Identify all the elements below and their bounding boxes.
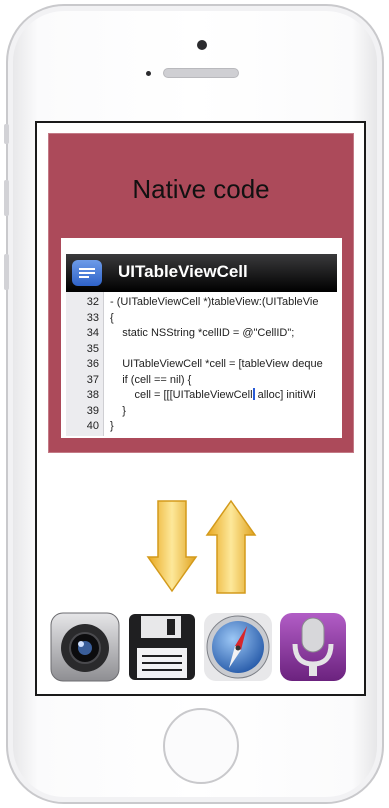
proximity-sensor bbox=[146, 71, 151, 76]
code-line: static NSString *cellID = @"CellID"; bbox=[110, 326, 294, 340]
front-camera bbox=[197, 40, 207, 50]
line-number: 32 bbox=[86, 296, 99, 308]
code-header-title: UITableViewCell bbox=[118, 262, 248, 281]
document-list-icon bbox=[72, 260, 102, 286]
code-text: cell = [[[UITableViewCell bbox=[110, 389, 253, 401]
volume-up-button bbox=[4, 180, 9, 216]
native-code-title: Native code bbox=[132, 174, 270, 204]
code-text: UITableViewCell *cell = [tableView deque bbox=[110, 358, 323, 370]
voice-memo-microphone-app-icon[interactable] bbox=[279, 612, 349, 682]
line-number: 33 bbox=[86, 311, 99, 324]
code-line: } bbox=[110, 419, 114, 433]
earpiece-speaker bbox=[163, 68, 239, 78]
code-text: } bbox=[110, 404, 126, 417]
line-number: 35 bbox=[86, 342, 99, 355]
mute-switch bbox=[4, 124, 9, 144]
code-line: { bbox=[110, 311, 114, 325]
code-text: } bbox=[110, 420, 114, 432]
code-line: } bbox=[110, 404, 126, 418]
line-number: 34 bbox=[86, 327, 99, 339]
line-number: 36 bbox=[86, 358, 99, 370]
volume-down-button bbox=[4, 254, 9, 290]
safari-compass-app-icon[interactable] bbox=[203, 612, 273, 682]
camera-app-icon[interactable] bbox=[50, 612, 120, 682]
down-arrow bbox=[146, 500, 198, 593]
home-button[interactable] bbox=[163, 708, 239, 784]
code-text: alloc] initiWi bbox=[254, 389, 316, 401]
line-number: 37 bbox=[86, 373, 99, 386]
code-line: if (cell == nil) { bbox=[110, 373, 191, 387]
up-arrow bbox=[205, 499, 257, 594]
code-text: - (UITableViewCell *)tableView:(UITableV… bbox=[110, 296, 319, 308]
line-number: 40 bbox=[86, 420, 99, 432]
floppy-save-app-icon[interactable] bbox=[127, 612, 197, 682]
code-line: - (UITableViewCell *)tableView:(UITableV… bbox=[110, 295, 318, 309]
code-text: static NSString *cellID = @"CellID"; bbox=[110, 327, 295, 339]
code-line: cell = [[[UITableViewCell alloc] initiWi bbox=[110, 388, 316, 402]
code-line: UITableViewCell *cell = [tableView deque bbox=[110, 357, 323, 371]
code-text: { bbox=[110, 311, 114, 324]
code-text: if (cell == nil) { bbox=[110, 373, 192, 386]
code-editor: 32 - (UITableViewCell *)tableView:(UITabl… bbox=[66, 292, 337, 436]
line-number: 39 bbox=[86, 404, 99, 417]
line-number: 38 bbox=[86, 389, 99, 401]
